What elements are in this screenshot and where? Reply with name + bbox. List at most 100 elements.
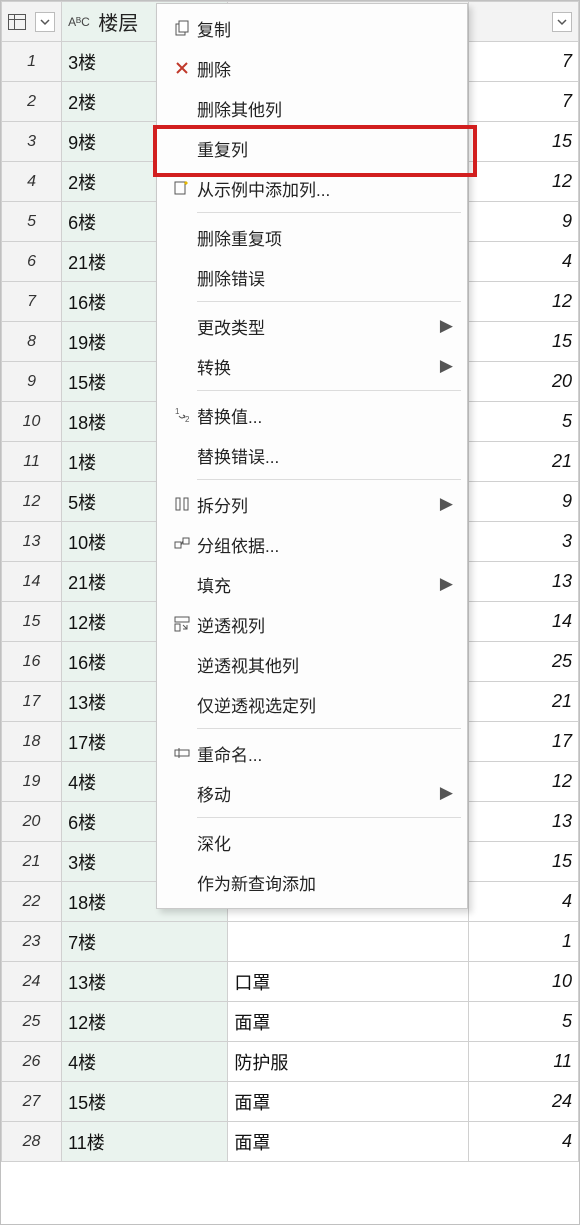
table-row[interactable]: 2715楼面罩24 <box>2 1082 579 1122</box>
row-index[interactable]: 4 <box>2 162 62 202</box>
row-index[interactable]: 6 <box>2 242 62 282</box>
row-index[interactable]: 12 <box>2 482 62 522</box>
cell-qty[interactable]: 12 <box>468 762 578 802</box>
cell-item[interactable]: 口罩 <box>228 962 468 1002</box>
row-index[interactable]: 21 <box>2 842 62 882</box>
cell-qty[interactable]: 9 <box>468 202 578 242</box>
cell-item[interactable]: 面罩 <box>228 1002 468 1042</box>
menu-delete-other-columns[interactable]: 删除其他列 <box>157 88 467 128</box>
row-index[interactable]: 17 <box>2 682 62 722</box>
cell-floor[interactable]: 4楼 <box>62 1042 228 1082</box>
row-index[interactable]: 20 <box>2 802 62 842</box>
cell-qty[interactable]: 21 <box>468 682 578 722</box>
row-index[interactable]: 22 <box>2 882 62 922</box>
cell-item[interactable]: 面罩 <box>228 1082 468 1122</box>
row-index[interactable]: 10 <box>2 402 62 442</box>
cell-item[interactable] <box>228 922 468 962</box>
cell-qty[interactable]: 13 <box>468 562 578 602</box>
menu-copy[interactable]: 复制 <box>157 8 467 48</box>
menu-unpivot-other-columns[interactable]: 逆透视其他列 <box>157 644 467 684</box>
table-row[interactable]: 2811楼面罩4 <box>2 1122 579 1162</box>
menu-move[interactable]: 移动 ▶ <box>157 773 467 813</box>
row-index[interactable]: 28 <box>2 1122 62 1162</box>
row-index[interactable]: 15 <box>2 602 62 642</box>
row-index[interactable]: 14 <box>2 562 62 602</box>
menu-remove-duplicates[interactable]: 删除重复项 <box>157 217 467 257</box>
cell-qty[interactable]: 4 <box>468 882 578 922</box>
menu-fill[interactable]: 填充 ▶ <box>157 564 467 604</box>
cell-qty[interactable]: 5 <box>468 402 578 442</box>
row-index[interactable]: 24 <box>2 962 62 1002</box>
row-index[interactable]: 26 <box>2 1042 62 1082</box>
cell-qty[interactable]: 13 <box>468 802 578 842</box>
cell-floor[interactable]: 12楼 <box>62 1002 228 1042</box>
cell-qty[interactable]: 1 <box>468 922 578 962</box>
cell-qty[interactable]: 5 <box>468 1002 578 1042</box>
menu-rename[interactable]: 重命名... <box>157 733 467 773</box>
row-index[interactable]: 2 <box>2 82 62 122</box>
menu-unpivot-selected-columns[interactable]: 仅逆透视选定列 <box>157 684 467 724</box>
cell-qty[interactable]: 7 <box>468 42 578 82</box>
menu-duplicate-column[interactable]: 重复列 <box>157 128 467 168</box>
cell-floor[interactable]: 7楼 <box>62 922 228 962</box>
cell-qty[interactable]: 15 <box>468 842 578 882</box>
cell-item[interactable]: 防护服 <box>228 1042 468 1082</box>
cell-qty[interactable]: 21 <box>468 442 578 482</box>
cell-qty[interactable]: 10 <box>468 962 578 1002</box>
menu-remove-errors[interactable]: 删除错误 <box>157 257 467 297</box>
cell-qty[interactable]: 4 <box>468 1122 578 1162</box>
table-select-all[interactable] <box>2 2 62 42</box>
table-menu-button[interactable] <box>35 12 55 32</box>
column-header-c[interactable] <box>468 2 578 42</box>
cell-floor[interactable]: 15楼 <box>62 1082 228 1122</box>
row-index[interactable]: 5 <box>2 202 62 242</box>
cell-qty[interactable]: 9 <box>468 482 578 522</box>
row-index[interactable]: 7 <box>2 282 62 322</box>
row-index[interactable]: 25 <box>2 1002 62 1042</box>
cell-item[interactable]: 面罩 <box>228 1122 468 1162</box>
table-row[interactable]: 237楼 1 <box>2 922 579 962</box>
row-index[interactable]: 9 <box>2 362 62 402</box>
cell-floor[interactable]: 11楼 <box>62 1122 228 1162</box>
cell-qty[interactable]: 12 <box>468 282 578 322</box>
cell-floor[interactable]: 13楼 <box>62 962 228 1002</box>
table-row[interactable]: 2512楼面罩5 <box>2 1002 579 1042</box>
cell-qty[interactable]: 7 <box>468 82 578 122</box>
cell-qty[interactable]: 14 <box>468 602 578 642</box>
menu-unpivot-columns[interactable]: 逆透视列 <box>157 604 467 644</box>
cell-qty[interactable]: 12 <box>468 162 578 202</box>
row-index[interactable]: 11 <box>2 442 62 482</box>
column-menu-button[interactable] <box>552 12 572 32</box>
cell-qty[interactable]: 24 <box>468 1082 578 1122</box>
row-index[interactable]: 23 <box>2 922 62 962</box>
row-index[interactable]: 3 <box>2 122 62 162</box>
cell-qty[interactable]: 15 <box>468 322 578 362</box>
menu-replace-errors[interactable]: 替换错误... <box>157 435 467 475</box>
table-row[interactable]: 264楼防护服11 <box>2 1042 579 1082</box>
row-index[interactable]: 16 <box>2 642 62 682</box>
cell-qty[interactable]: 3 <box>468 522 578 562</box>
cell-qty[interactable]: 4 <box>468 242 578 282</box>
menu-add-column-from-examples[interactable]: 从示例中添加列... <box>157 168 467 208</box>
menu-add-as-new-query[interactable]: 作为新查询添加 <box>157 862 467 902</box>
cell-qty[interactable]: 20 <box>468 362 578 402</box>
menu-group-by[interactable]: 分组依据... <box>157 524 467 564</box>
cell-qty[interactable]: 25 <box>468 642 578 682</box>
row-index[interactable]: 13 <box>2 522 62 562</box>
row-index[interactable]: 8 <box>2 322 62 362</box>
row-index[interactable]: 1 <box>2 42 62 82</box>
row-index[interactable]: 18 <box>2 722 62 762</box>
row-index[interactable]: 19 <box>2 762 62 802</box>
menu-change-type[interactable]: 更改类型 ▶ <box>157 306 467 346</box>
menu-replace-values[interactable]: 12 替换值... <box>157 395 467 435</box>
table-row[interactable]: 2413楼口罩10 <box>2 962 579 1002</box>
menu-drill-down[interactable]: 深化 <box>157 822 467 862</box>
menu-delete[interactable]: 删除 <box>157 48 467 88</box>
cell-qty[interactable]: 11 <box>468 1042 578 1082</box>
row-index[interactable]: 27 <box>2 1082 62 1122</box>
cell-qty[interactable]: 17 <box>468 722 578 762</box>
submenu-arrow-icon: ▶ <box>439 783 453 803</box>
cell-qty[interactable]: 15 <box>468 122 578 162</box>
menu-split-column[interactable]: 拆分列 ▶ <box>157 484 467 524</box>
menu-transform[interactable]: 转换 ▶ <box>157 346 467 386</box>
